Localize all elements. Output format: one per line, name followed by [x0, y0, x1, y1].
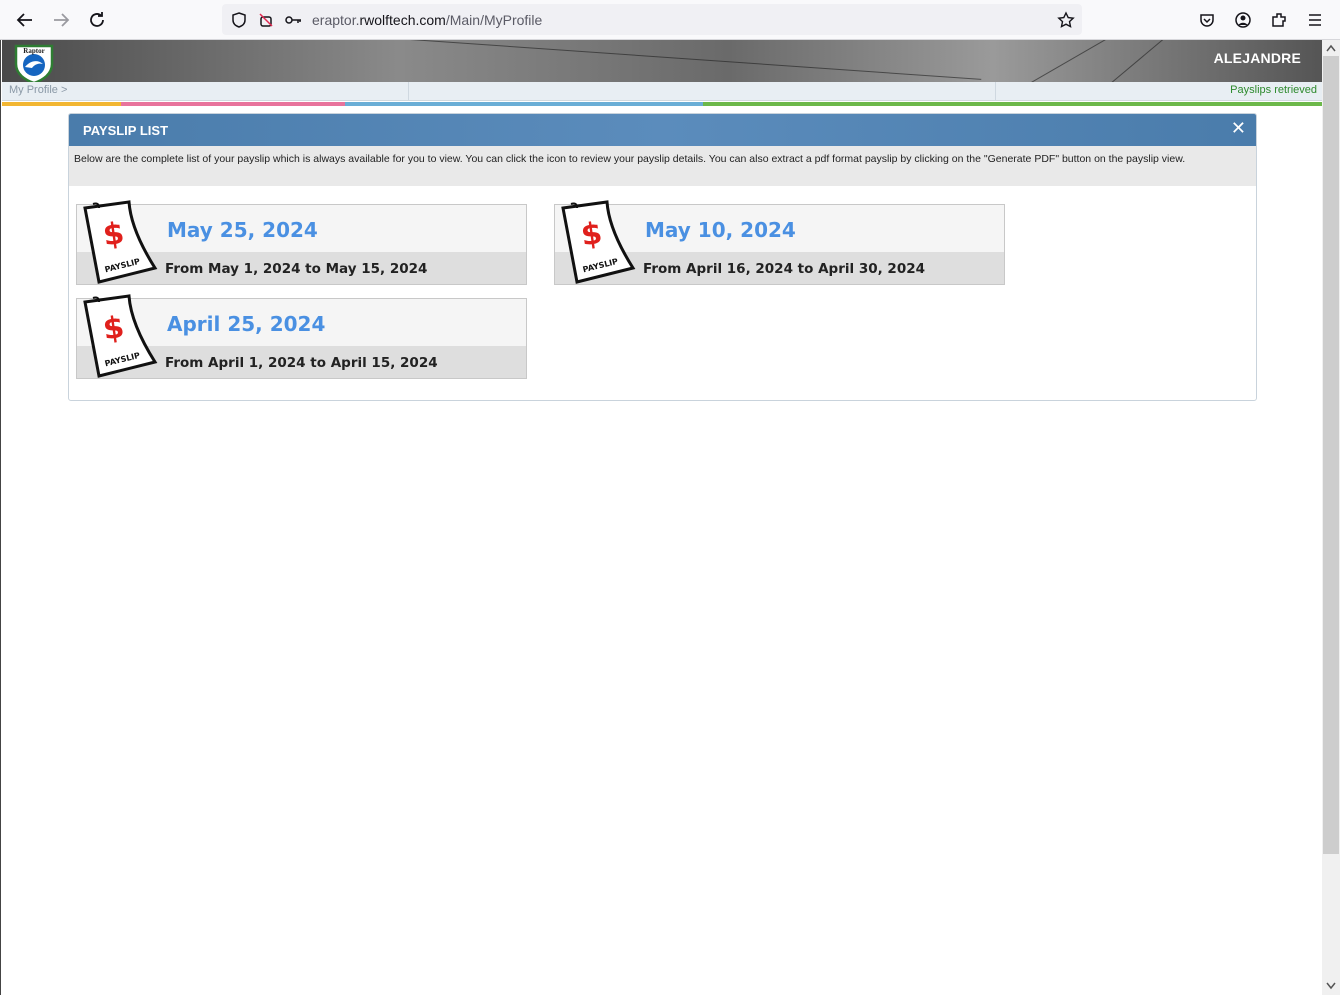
panel-description: Below are the complete list of your pays…: [69, 146, 1256, 186]
forward-icon[interactable]: [49, 8, 73, 32]
divider: [408, 82, 409, 101]
color-strip-pink: [121, 102, 345, 106]
header-banner: Raptor ALEJANDRE: [2, 40, 1322, 82]
page-viewport: Raptor ALEJANDRE My Profile > Payslips r…: [0, 40, 1322, 995]
username-label[interactable]: ALEJANDRE: [1214, 50, 1301, 66]
payslip-list-panel: PAYSLIP LIST ✕ Below are the complete li…: [68, 113, 1257, 401]
payslip-period: From May 1, 2024 to May 15, 2024: [165, 261, 428, 277]
browser-toolbar: eraptor.rwolftech.com/Main/MyProfile: [0, 0, 1340, 40]
payslip-card[interactable]: $ PAYSLIP May 25, 2024 From May 1, 2024 …: [76, 200, 527, 285]
payslip-card[interactable]: $ PAYSLIP May 10, 2024 From April 16, 20…: [554, 200, 1005, 285]
pocket-icon[interactable]: [1196, 9, 1218, 31]
payslip-date[interactable]: April 25, 2024: [167, 312, 325, 336]
panel-title: PAYSLIP LIST: [83, 123, 169, 138]
reload-icon[interactable]: [85, 8, 109, 32]
breadcrumb[interactable]: My Profile >: [9, 84, 67, 96]
svg-text:Raptor: Raptor: [23, 47, 44, 55]
shield-icon[interactable]: [230, 11, 248, 29]
raptor-logo[interactable]: Raptor: [12, 42, 56, 82]
address-bar[interactable]: eraptor.rwolftech.com/Main/MyProfile: [222, 4, 1082, 35]
key-icon[interactable]: [284, 11, 302, 29]
account-icon[interactable]: [1232, 9, 1254, 31]
back-icon[interactable]: [13, 8, 37, 32]
banner-decoration: [965, 40, 1139, 82]
payslip-card[interactable]: $ PAYSLIP April 25, 2024 From April 1, 2…: [76, 294, 527, 379]
payslip-date[interactable]: May 25, 2024: [167, 218, 318, 242]
banner-decoration: [382, 40, 982, 80]
payslip-icon[interactable]: $ PAYSLIP: [79, 200, 159, 284]
breadcrumb-bar: My Profile > Payslips retrieved: [2, 82, 1322, 101]
menu-icon[interactable]: [1304, 9, 1326, 31]
camera-blocked-icon[interactable]: [257, 11, 275, 29]
payslip-period: From April 16, 2024 to April 30, 2024: [643, 261, 926, 277]
close-button[interactable]: ✕: [1231, 120, 1246, 138]
scroll-down-icon[interactable]: [1322, 978, 1340, 994]
payslip-date[interactable]: May 10, 2024: [645, 218, 796, 242]
scroll-up-icon[interactable]: [1322, 40, 1340, 56]
status-message: Payslips retrieved: [1230, 84, 1317, 96]
color-strip-green: [703, 102, 1322, 106]
divider: [995, 82, 996, 101]
payslip-icon[interactable]: $ PAYSLIP: [557, 200, 637, 284]
color-strip-blue: [345, 102, 703, 106]
bookmark-star-icon[interactable]: [1057, 11, 1075, 29]
extensions-icon[interactable]: [1268, 9, 1290, 31]
payslip-period: From April 1, 2024 to April 15, 2024: [165, 355, 438, 371]
payslip-icon[interactable]: $ PAYSLIP: [79, 294, 159, 378]
banner-decoration: [1070, 40, 1194, 82]
panel-header: PAYSLIP LIST ✕: [69, 114, 1256, 146]
url-text[interactable]: eraptor.rwolftech.com/Main/MyProfile: [312, 12, 542, 28]
scrollbar-thumb[interactable]: [1323, 56, 1339, 854]
color-strip-yellow: [2, 102, 121, 106]
